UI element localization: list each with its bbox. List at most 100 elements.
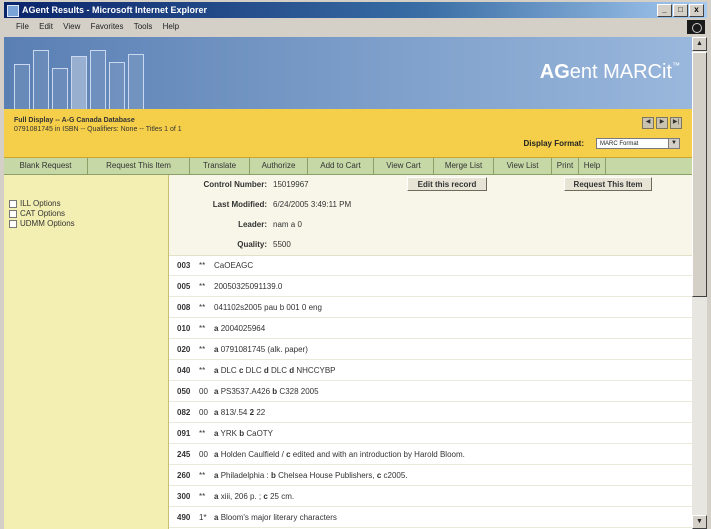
marc-tag: 082 (177, 408, 191, 417)
subfield-code: c (263, 492, 268, 501)
add-to-cart-button[interactable]: Add to Cart (308, 158, 374, 174)
subfield-value: PS3537.A426 (220, 387, 271, 396)
subfield-code: a (214, 429, 219, 438)
leader-label: Leader: (238, 220, 267, 229)
subfield-code: a (214, 471, 219, 480)
marc-indicators: ** (199, 429, 206, 438)
request-item-button[interactable]: Request This Item (564, 177, 652, 191)
scroll-up-icon[interactable]: ▲ (692, 37, 707, 51)
subfield-code: a (214, 513, 219, 522)
marc-field-content: a 813/.54 2 22 (214, 408, 265, 417)
subfield-code: a (214, 345, 219, 354)
browser-window: AGent Results - Microsoft Internet Explo… (0, 0, 711, 529)
marc-field-row: 245 00 a Holden Caulfield / c edited and w… (169, 444, 692, 465)
request-this-item-button[interactable]: Request This Item (88, 158, 190, 174)
marc-field-row: 020 ** a 0791081745 (alk. paper) (169, 339, 692, 360)
marc-field-row: 050 00 a PS3537.A426 b C328 2005 (169, 381, 692, 402)
marc-field-content: a DLC c DLC d DLC d NHCCYBP (214, 366, 336, 375)
sidebar-item-udmm-options[interactable]: UDMM Options (9, 219, 75, 228)
marc-indicators: ** (199, 471, 206, 480)
print-button[interactable]: Print (552, 158, 579, 174)
options-sidebar: ILL Options CAT Options UDMM Options (4, 175, 169, 529)
menu-edit[interactable]: Edit (39, 22, 53, 31)
subfield-code: d (263, 366, 269, 375)
chevron-down-icon[interactable]: ▼ (668, 139, 679, 148)
sidebar-item-ill-options[interactable]: ILL Options (9, 199, 61, 208)
marc-indicators: ** (199, 303, 206, 312)
marc-field-content: a Holden Caulfield / c edited and with a… (214, 450, 465, 459)
title-bar: AGent Results - Microsoft Internet Explo… (4, 2, 707, 18)
display-format-select[interactable]: MARC Format ▼ (596, 138, 680, 149)
blank-request-button[interactable]: Blank Request (4, 158, 88, 174)
windows-logo-icon (687, 20, 705, 34)
expand-icon (9, 219, 17, 228)
vertical-scrollbar[interactable]: ▲ ▼ (692, 37, 707, 529)
subfield-code: c (238, 366, 244, 375)
marc-indicators: 00 (199, 450, 208, 459)
control-number-label: Control Number: (203, 180, 267, 189)
subfield-value: xiii, 206 p. ; (220, 492, 262, 501)
subfield-value: DLC (220, 366, 237, 375)
subfield-code: c (286, 450, 291, 459)
maximize-button[interactable]: □ (673, 4, 688, 17)
marc-field-content: a Philadelphia : b Chelsea House Publish… (214, 471, 408, 480)
marc-field-content: CaOEAGC (214, 261, 253, 270)
last-record-icon[interactable]: ▶| (670, 117, 682, 129)
translate-button[interactable]: Translate (190, 158, 250, 174)
subfield-code: d (289, 366, 295, 375)
marc-field-row: 490 1* a Bloom's major literary characters (169, 507, 692, 528)
minimize-button[interactable]: _ (657, 4, 672, 17)
marc-tag: 300 (177, 492, 191, 501)
marc-field-row: 040 ** a DLC c DLC d DLC d NHCCYBP (169, 360, 692, 381)
menu-file[interactable]: File (16, 22, 29, 31)
quality-value: 5500 (273, 240, 291, 249)
scroll-thumb[interactable] (692, 52, 707, 297)
edit-record-button[interactable]: Edit this record (407, 177, 487, 191)
menu-tools[interactable]: Tools (134, 22, 153, 31)
bars-graphic (14, 47, 144, 109)
prev-record-icon[interactable]: ◀ (642, 117, 654, 129)
marc-tag: 490 (177, 513, 191, 522)
subfield-value: Chelsea House Publishers, (278, 471, 375, 480)
marc-tag: 020 (177, 345, 191, 354)
sidebar-item-cat-options[interactable]: CAT Options (9, 209, 65, 218)
menu-help[interactable]: Help (163, 22, 179, 31)
merge-list-button[interactable]: Merge List (434, 158, 494, 174)
marc-tag: 040 (177, 366, 191, 375)
menu-favorites[interactable]: Favorites (91, 22, 124, 31)
subfield-value: Holden Caulfield / (220, 450, 284, 459)
marc-field-content: a YRK b CaOTY (214, 429, 273, 438)
marc-indicators: ** (199, 366, 206, 375)
quality-row: Quality: 5500 (169, 235, 692, 256)
subfield-value: C328 2005 (279, 387, 319, 396)
subfield-value: CaOTY (246, 429, 274, 438)
marc-field-row: 010 ** a 2004025964 (169, 318, 692, 339)
subfield-value: 0791081745 (alk. paper) (220, 345, 308, 354)
subfield-value: edited and with an introduction by Harol… (292, 450, 465, 459)
scroll-down-icon[interactable]: ▼ (692, 515, 707, 529)
marc-indicators: ** (199, 492, 206, 501)
expand-icon (9, 199, 17, 208)
menu-view[interactable]: View (63, 22, 80, 31)
control-number-value: 15019967 (273, 180, 309, 189)
subfield-value: 2004025964 (220, 324, 266, 333)
marc-tag: 010 (177, 324, 191, 333)
view-cart-button[interactable]: View Cart (374, 158, 434, 174)
subfield-code: 2 (249, 408, 255, 417)
authorize-button[interactable]: Authorize (250, 158, 308, 174)
marc-tag: 008 (177, 303, 191, 312)
subfield-code: a (214, 450, 219, 459)
subfield-code: a (214, 366, 219, 375)
close-button[interactable]: x (689, 4, 704, 17)
marc-field-content: 041102s2005 pau b 001 0 eng (214, 303, 322, 312)
marc-indicators: ** (199, 261, 206, 270)
next-record-icon[interactable]: ▶ (656, 117, 668, 129)
last-modified-value: 6/24/2005 3:49:11 PM (273, 200, 352, 209)
help-button[interactable]: Help (579, 158, 606, 174)
subfield-value: DLC (271, 366, 288, 375)
subfield-value: 25 cm. (270, 492, 295, 501)
menu-bar: File Edit View Favorites Tools Help (4, 19, 707, 35)
subfield-code: b (270, 471, 276, 480)
view-list-button[interactable]: View List (494, 158, 552, 174)
subfield-value: YRK (220, 429, 237, 438)
